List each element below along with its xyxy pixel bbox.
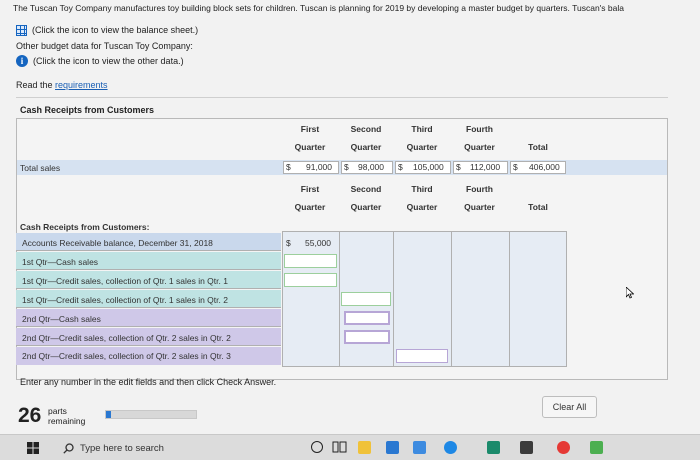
currency-sign: $ [286, 238, 291, 248]
parts-label-line2: remaining [48, 416, 86, 426]
header2-second: Second [350, 184, 382, 194]
row-label: 2nd Qtr—Cash sales [22, 314, 101, 324]
cortana-icon[interactable] [311, 441, 323, 453]
header2-quarter-2: Quarter [350, 202, 382, 212]
header-second: Second [350, 124, 382, 134]
currency-sign: $ [344, 162, 349, 172]
parts-label: parts remaining [48, 406, 85, 426]
search-icon [63, 443, 74, 454]
header2-quarter-4: Quarter [464, 202, 495, 212]
row-label: 1st Qtr—Credit sales, collection of Qtr.… [22, 276, 228, 286]
file-explorer-icon[interactable] [358, 441, 371, 454]
clear-all-button[interactable]: Clear All [542, 396, 597, 418]
header2-quarter-1: Quarter [294, 202, 326, 212]
intro-text: The Tuscan Toy Company manufactures toy … [13, 3, 624, 13]
total-sales-q4-value: 112,000 [470, 162, 501, 172]
header2-total: Total [528, 202, 548, 212]
divider [16, 97, 668, 98]
row-label: 2nd Qtr—Credit sales, collection of Qtr.… [22, 333, 231, 343]
q2-credit-q3-input[interactable] [396, 349, 448, 363]
other-data-label: Other budget data for Tuscan Toy Company… [16, 41, 193, 51]
info-icon[interactable]: i [16, 55, 28, 67]
header-first: First [300, 124, 320, 134]
receipts-grid [282, 231, 567, 367]
header2-third: Third [411, 184, 433, 194]
header2-quarter-3: Quarter [406, 202, 438, 212]
header2-fourth: Fourth [466, 184, 493, 194]
q1-credit-q1-input[interactable] [284, 273, 337, 287]
header2-first: First [300, 184, 320, 194]
cursor-icon [626, 287, 634, 299]
currency-sign: $ [286, 162, 291, 172]
dropbox-icon[interactable] [413, 441, 426, 454]
taskbar-search-input[interactable]: Type here to search [80, 443, 164, 454]
header-quarter-4: Quarter [464, 142, 495, 152]
read-requirements: Read the requirements [16, 80, 108, 90]
header-quarter-2: Quarter [350, 142, 382, 152]
edge-icon[interactable] [444, 441, 457, 454]
currency-sign: $ [398, 162, 403, 172]
ar-balance-value: 55,000 [305, 238, 331, 248]
taskbar: Type here to search [0, 434, 700, 460]
windows-start-icon[interactable] [27, 442, 39, 454]
header-fourth: Fourth [466, 124, 493, 134]
total-sales-q1-value: 91,000 [306, 162, 332, 172]
total-sales-q3-value: 105,000 [413, 162, 444, 172]
header-total: Total [528, 142, 548, 152]
header-third: Third [411, 124, 433, 134]
read-prefix: Read the [16, 80, 56, 90]
q2-cash-sales-input[interactable] [344, 311, 390, 325]
section-title: Cash Receipts from Customers [20, 105, 155, 115]
other-data-link-text: (Click the icon to view the other data.) [33, 56, 184, 66]
assignment-page: The Tuscan Toy Company manufactures toy … [0, 0, 700, 434]
chrome-icon[interactable] [557, 441, 570, 454]
row-label: 1st Qtr—Credit sales, collection of Qtr.… [22, 295, 228, 305]
calculator-icon[interactable] [590, 441, 603, 454]
row-label: 2nd Qtr—Credit sales, collection of Qtr.… [22, 351, 231, 361]
progress-bar [105, 410, 197, 419]
instruction-text: Enter any number in the edit fields and … [20, 377, 277, 387]
q2-credit-q2-input[interactable] [344, 330, 390, 344]
header-quarter-1: Quarter [294, 142, 326, 152]
parts-label-line1: parts [48, 406, 67, 416]
progress-fill [106, 411, 111, 418]
task-view-icon[interactable] [332, 440, 347, 454]
store-icon[interactable] [386, 441, 399, 454]
currency-sign: $ [456, 162, 461, 172]
store-bag-icon[interactable] [520, 441, 533, 454]
app-icon[interactable] [487, 441, 500, 454]
balance-sheet-link-text: (Click the icon to view the balance shee… [32, 25, 199, 35]
total-sales-label: Total sales [20, 163, 61, 173]
requirements-link[interactable]: requirements [55, 80, 108, 90]
row-label: 1st Qtr—Cash sales [22, 257, 99, 267]
q1-credit-q2-input[interactable] [341, 292, 391, 306]
row-label: Accounts Receivable balance, December 31… [22, 238, 213, 248]
total-sales-total-value: 406,000 [529, 162, 560, 172]
parts-count: 26 [18, 404, 42, 427]
header-quarter-3: Quarter [406, 142, 438, 152]
q1-cash-sales-input[interactable] [284, 254, 337, 268]
total-sales-q2-value: 98,000 [358, 162, 384, 172]
receipts-heading: Cash Receipts from Customers: [20, 222, 150, 232]
balance-sheet-icon[interactable] [16, 25, 27, 36]
currency-sign: $ [513, 162, 518, 172]
